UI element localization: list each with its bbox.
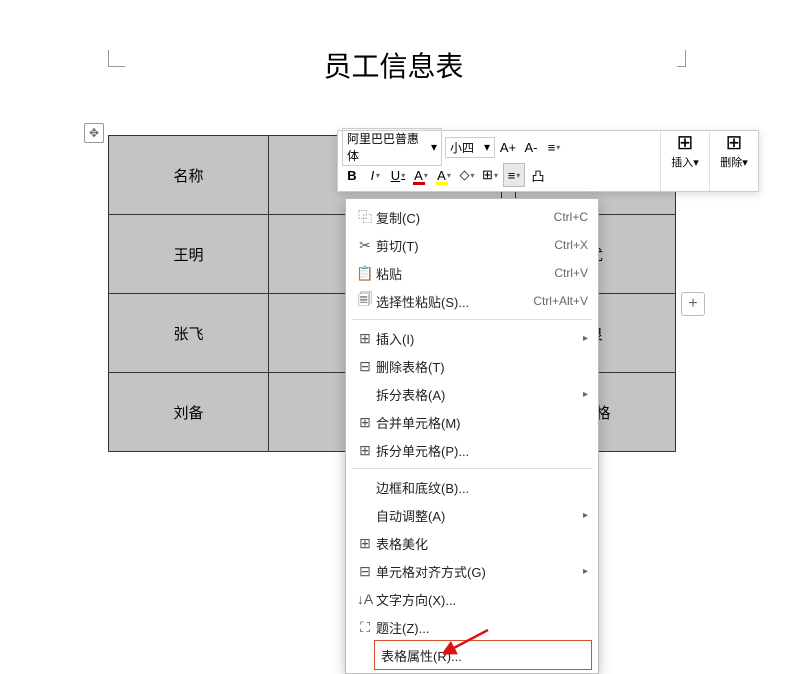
menu-item-label: 粘贴 <box>376 264 554 283</box>
menu-item-label: 表格属性(R)... <box>381 646 581 665</box>
menu-item[interactable]: 自动调整(A)▸ <box>346 501 598 529</box>
menu-item-label: 文字方向(X)... <box>376 590 588 609</box>
menu-item-label: 复制(C) <box>376 208 554 227</box>
floating-toolbar: 阿里巴巴普惠体▾ 小四▾ A+ A- ≡▾ B I▾ U▾ A▾ A▾ ◇▾ ⊞… <box>337 130 759 192</box>
submenu-arrow-icon: ▸ <box>583 333 588 344</box>
menu-item[interactable]: 📋粘贴Ctrl+V <box>346 259 598 287</box>
submenu-arrow-icon: ▸ <box>583 389 588 400</box>
menu-item-label: 自动调整(A) <box>376 506 583 525</box>
insert-label: 插入 <box>671 157 693 169</box>
menu-item-shortcut: Ctrl+Alt+V <box>533 294 588 308</box>
menu-item-label: 拆分表格(A) <box>376 385 583 404</box>
table-delete-button[interactable]: ⊞ 删除▾ <box>714 133 754 170</box>
insert-table-icon: ⊞ <box>677 133 694 153</box>
menu-item[interactable]: ↓A文字方向(X)... <box>346 585 598 613</box>
menu-item-label: 插入(I) <box>376 329 583 348</box>
font-name-label: 阿里巴巴普惠体 <box>347 130 431 164</box>
menu-item-icon: ✂ <box>354 237 376 254</box>
table-insert-button[interactable]: ⊞ 插入▾ <box>665 133 705 170</box>
increase-font-button[interactable]: A+ <box>498 136 518 158</box>
menu-item-label: 删除表格(T) <box>376 357 588 376</box>
submenu-arrow-icon: ▸ <box>583 510 588 521</box>
menu-item[interactable]: ⊞插入(I)▸ <box>346 324 598 352</box>
menu-item[interactable]: 拆分表格(A)▸ <box>346 380 598 408</box>
submenu-arrow-icon: ▸ <box>583 566 588 577</box>
fill-color-button[interactable]: ◇▾ <box>457 164 477 186</box>
menu-item-icon: ⿻ <box>354 207 376 227</box>
menu-item[interactable]: 表格属性(R)... <box>374 640 592 670</box>
table-cell[interactable]: 王明 <box>109 215 269 294</box>
font-color-button[interactable]: A▾ <box>411 164 431 186</box>
font-size-select[interactable]: 小四▾ <box>445 137 495 158</box>
decrease-font-button[interactable]: A- <box>521 136 541 158</box>
menu-item-label: 单元格对齐方式(G) <box>376 562 583 581</box>
menu-item[interactable]: ⊞表格美化 <box>346 529 598 557</box>
cell-format-button[interactable]: 凸 <box>528 164 548 186</box>
bold-button[interactable]: B <box>342 164 362 186</box>
highlight-color-button[interactable]: A▾ <box>434 164 454 186</box>
table-cell[interactable]: 张飞 <box>109 294 269 373</box>
table-move-handle[interactable]: ✥ <box>84 123 104 143</box>
menu-item[interactable]: 边框和底纹(B)... <box>346 473 598 501</box>
table-cell[interactable]: 刘备 <box>109 373 269 452</box>
menu-item-icon: ⊞ <box>354 535 376 552</box>
menu-item-shortcut: Ctrl+C <box>554 210 588 224</box>
menu-item-shortcut: Ctrl+V <box>554 266 588 280</box>
align-button[interactable]: ≡▾ <box>503 163 525 187</box>
menu-item[interactable]: ⊞合并单元格(M) <box>346 408 598 436</box>
menu-item[interactable]: ⊟删除表格(T) <box>346 352 598 380</box>
table-cell[interactable]: 名称 <box>109 136 269 215</box>
menu-item-icon: ↓A <box>354 591 376 607</box>
menu-item-icon: ⊞ <box>354 414 376 431</box>
line-spacing-button[interactable]: ≡▾ <box>544 136 564 158</box>
menu-item[interactable]: ⊟单元格对齐方式(G)▸ <box>346 557 598 585</box>
underline-button[interactable]: U▾ <box>388 164 408 186</box>
menu-item[interactable]: ✂剪切(T)Ctrl+X <box>346 231 598 259</box>
menu-item[interactable]: ⊞拆分单元格(P)... <box>346 436 598 464</box>
menu-separator <box>352 468 592 469</box>
menu-item[interactable]: 🗐选择性粘贴(S)...Ctrl+Alt+V <box>346 287 598 315</box>
menu-item-label: 剪切(T) <box>376 236 554 255</box>
delete-label: 删除 <box>720 157 742 169</box>
menu-item-label: 边框和底纹(B)... <box>376 478 588 497</box>
menu-item-label: 选择性粘贴(S)... <box>376 292 533 311</box>
font-size-label: 小四 <box>450 139 474 156</box>
italic-button[interactable]: I▾ <box>365 164 385 186</box>
menu-item[interactable]: ⛶题注(Z)... <box>346 613 598 641</box>
table-context-menu: ⿻复制(C)Ctrl+C✂剪切(T)Ctrl+X📋粘贴Ctrl+V🗐选择性粘贴(… <box>345 198 599 674</box>
delete-table-icon: ⊞ <box>726 133 743 153</box>
menu-item-label: 表格美化 <box>376 534 588 553</box>
menu-item-shortcut: Ctrl+X <box>554 238 588 252</box>
menu-item[interactable]: ⿻复制(C)Ctrl+C <box>346 203 598 231</box>
menu-item-icon: ⊟ <box>354 563 376 580</box>
menu-item-icon: ⊟ <box>354 358 376 375</box>
menu-item-icon: ⊞ <box>354 442 376 459</box>
menu-item-icon: 🗐 <box>354 289 376 313</box>
menu-item-icon: ⊞ <box>354 330 376 347</box>
menu-item-label: 合并单元格(M) <box>376 413 588 432</box>
add-column-button[interactable]: + <box>681 292 705 316</box>
menu-item-label: 题注(Z)... <box>376 618 588 637</box>
menu-separator <box>352 319 592 320</box>
menu-item-label: 拆分单元格(P)... <box>376 441 588 460</box>
menu-item-icon: ⛶ <box>354 619 376 636</box>
menu-item-icon: 📋 <box>354 265 376 282</box>
border-button[interactable]: ⊞▾ <box>480 164 500 186</box>
